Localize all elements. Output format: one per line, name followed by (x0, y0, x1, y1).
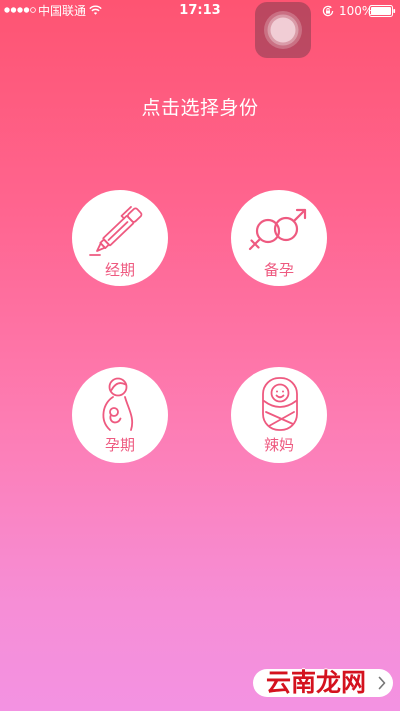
identity-option-period[interactable]: 经期 (72, 190, 168, 286)
page-title: 点击选择身份 (141, 97, 259, 119)
identity-option-new-mom[interactable]: 辣妈 (231, 367, 327, 463)
identity-option-pregnancy[interactable]: 孕期 (72, 367, 168, 463)
identity-selection-screen: 中国联通 17:13 100% 点击选择身份 经期 备孕 孕期 辣妈 云南龙网 (0, 0, 400, 711)
wifi-icon (89, 5, 102, 15)
chevron-right-icon (378, 676, 386, 690)
identity-label: 辣妈 (263, 436, 294, 454)
assistive-touch-icon (264, 11, 302, 49)
rotation-lock-icon (322, 5, 334, 17)
identity-label: 备孕 (263, 261, 294, 279)
watermark: 云南龙网 (266, 668, 367, 697)
identity-label: 经期 (104, 261, 135, 279)
battery-icon (369, 5, 396, 17)
identity-option-preparing-pregnancy[interactable]: 备孕 (231, 190, 327, 286)
identity-label: 孕期 (104, 436, 135, 454)
signal-strength-icon (4, 7, 36, 13)
status-time: 17:13 (179, 3, 221, 18)
carrier-name: 中国联通 (38, 4, 87, 18)
assistive-touch-button[interactable] (255, 2, 311, 58)
